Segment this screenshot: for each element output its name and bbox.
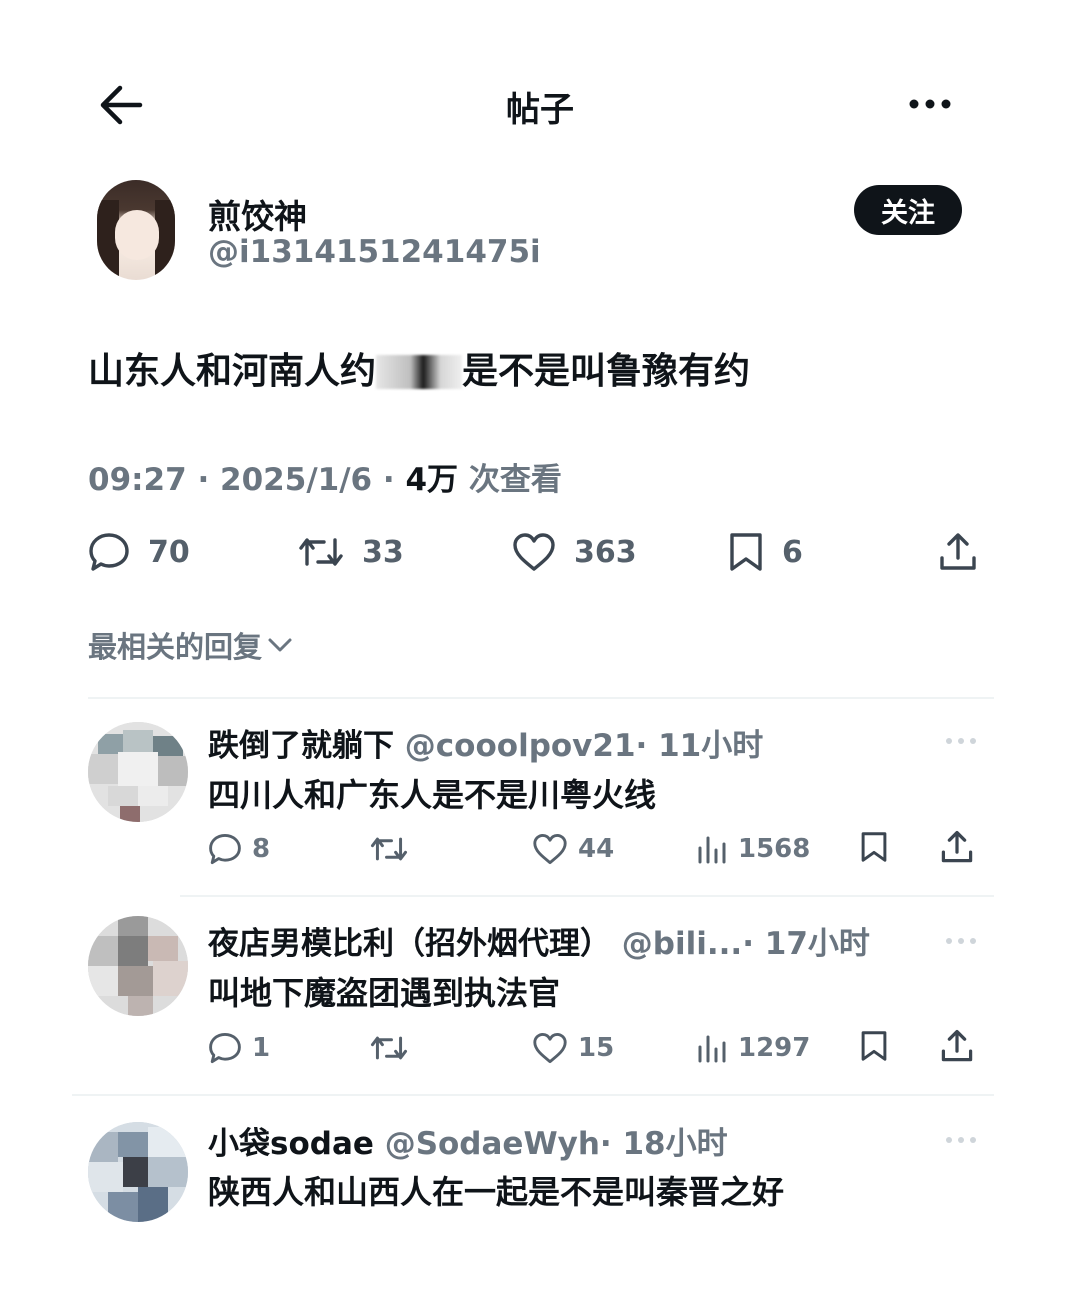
reply-view-count: 1297: [738, 1033, 811, 1063]
heart-icon: [533, 1032, 567, 1064]
reply-avatar[interactable]: [88, 916, 188, 1016]
divider: [72, 1094, 994, 1096]
reply-author-name[interactable]: 跌倒了就躺下: [208, 728, 394, 764]
reply-header: 夜店男模比利（招外烟代理） @bili...· 17小时: [208, 918, 870, 963]
comment-icon: [209, 833, 241, 865]
reply-author-name[interactable]: 夜店男模比利（招外烟代理）: [208, 926, 611, 962]
reply-like-count: 44: [578, 834, 615, 864]
chevron-down-icon: [268, 638, 292, 652]
bookmark-count: 6: [782, 534, 803, 570]
bar-chart-icon: [698, 1035, 726, 1063]
post-text-start: 山东人和河南人约: [88, 351, 377, 392]
reply-repost-action[interactable]: [370, 1031, 418, 1065]
post-meta: 09:27 · 2025/1/6 · 4万 次查看: [88, 454, 562, 499]
reply-time: · 17小时: [742, 926, 870, 962]
reply-avatar[interactable]: [88, 722, 188, 822]
more-options-icon[interactable]: [905, 92, 955, 116]
reply-time: · 18小时: [599, 1126, 728, 1162]
reply-text: 陕西人和山西人在一起是不是叫秦晋之好: [208, 1173, 785, 1211]
reply-like-action[interactable]: 15: [532, 1031, 614, 1065]
author-name[interactable]: 煎饺神: [208, 190, 307, 238]
reply-bookmark-action[interactable]: [860, 830, 898, 864]
bar-chart-icon: [698, 836, 726, 864]
like-count: 363: [574, 534, 637, 570]
reply-comment-action[interactable]: 1: [208, 1031, 270, 1065]
author-handle[interactable]: @i1314151241475i: [208, 234, 541, 270]
reply-header: 跌倒了就躺下 @cooolpov21· 11小时: [208, 720, 763, 765]
reply-author-handle[interactable]: @SodaeWyh: [385, 1126, 600, 1162]
reply-author-name[interactable]: 小袋sodae: [208, 1126, 374, 1162]
author-avatar[interactable]: [97, 180, 175, 280]
sort-label: 最相关的回复: [88, 630, 263, 664]
post-views-count: 4万: [405, 462, 459, 498]
bookmark-icon: [730, 533, 762, 571]
reply-more-icon[interactable]: [944, 932, 978, 944]
reply-count: 70: [148, 534, 190, 570]
reply-avatar[interactable]: [88, 1122, 188, 1222]
reply-author-handle[interactable]: @cooolpov21: [405, 728, 636, 764]
repost-icon: [299, 538, 343, 566]
share-icon: [941, 1029, 973, 1062]
reply-text: 四川人和广东人是不是川粤火线: [208, 776, 657, 814]
bookmark-icon: [861, 832, 887, 862]
reply-sort-dropdown[interactable]: 最相关的回复: [88, 624, 294, 666]
reply-comment-count: 1: [252, 1033, 271, 1063]
reply-repost-action[interactable]: [370, 832, 418, 866]
share-icon: [940, 533, 976, 570]
heart-icon: [533, 833, 567, 865]
follow-button[interactable]: 关注: [854, 185, 962, 235]
heart-icon: [513, 533, 555, 571]
reply-comment-action[interactable]: 8: [208, 832, 270, 866]
post-text: 山东人和河南人约 是不是叫鲁豫有约: [88, 342, 750, 394]
comment-icon: [209, 1032, 241, 1064]
like-stat[interactable]: 363: [512, 532, 637, 572]
share-button[interactable]: [938, 532, 996, 572]
reply-like-count: 15: [578, 1033, 615, 1063]
reply-share-action[interactable]: [940, 830, 984, 864]
reply-like-action[interactable]: 44: [532, 832, 614, 866]
post-views-label: 次查看: [458, 462, 562, 498]
repost-icon: [370, 837, 408, 861]
reply-views-action[interactable]: 1568: [696, 832, 810, 866]
divider: [180, 895, 994, 897]
reply-time: · 11小时: [635, 728, 764, 764]
reply-share-action[interactable]: [940, 1029, 984, 1063]
bookmark-stat[interactable]: 6: [728, 532, 803, 572]
reply-more-icon[interactable]: [944, 1131, 978, 1143]
share-icon: [941, 830, 973, 863]
reply-comment-count: 8: [252, 834, 271, 864]
post-text-end: 是不是叫鲁豫有约: [462, 351, 751, 392]
reply-author-handle[interactable]: @bili...: [622, 926, 742, 962]
comment-icon: [89, 533, 129, 571]
divider: [88, 697, 994, 699]
post-time: 09:27 · 2025/1/6 ·: [88, 462, 406, 498]
reply-header: 小袋sodae @SodaeWyh· 18小时: [208, 1118, 728, 1163]
reply-text: 叫地下魔盗团遇到执法官: [208, 974, 561, 1012]
censored-blur: [376, 355, 463, 389]
repost-icon: [370, 1036, 408, 1060]
reply-stat[interactable]: 70: [88, 532, 190, 572]
repost-count: 33: [362, 534, 404, 570]
bookmark-icon: [861, 1031, 887, 1061]
reply-bookmark-action[interactable]: [860, 1029, 898, 1063]
repost-stat[interactable]: 33: [298, 532, 404, 572]
reply-more-icon[interactable]: [944, 732, 978, 744]
reply-views-action[interactable]: 1297: [696, 1031, 810, 1065]
reply-view-count: 1568: [738, 834, 811, 864]
